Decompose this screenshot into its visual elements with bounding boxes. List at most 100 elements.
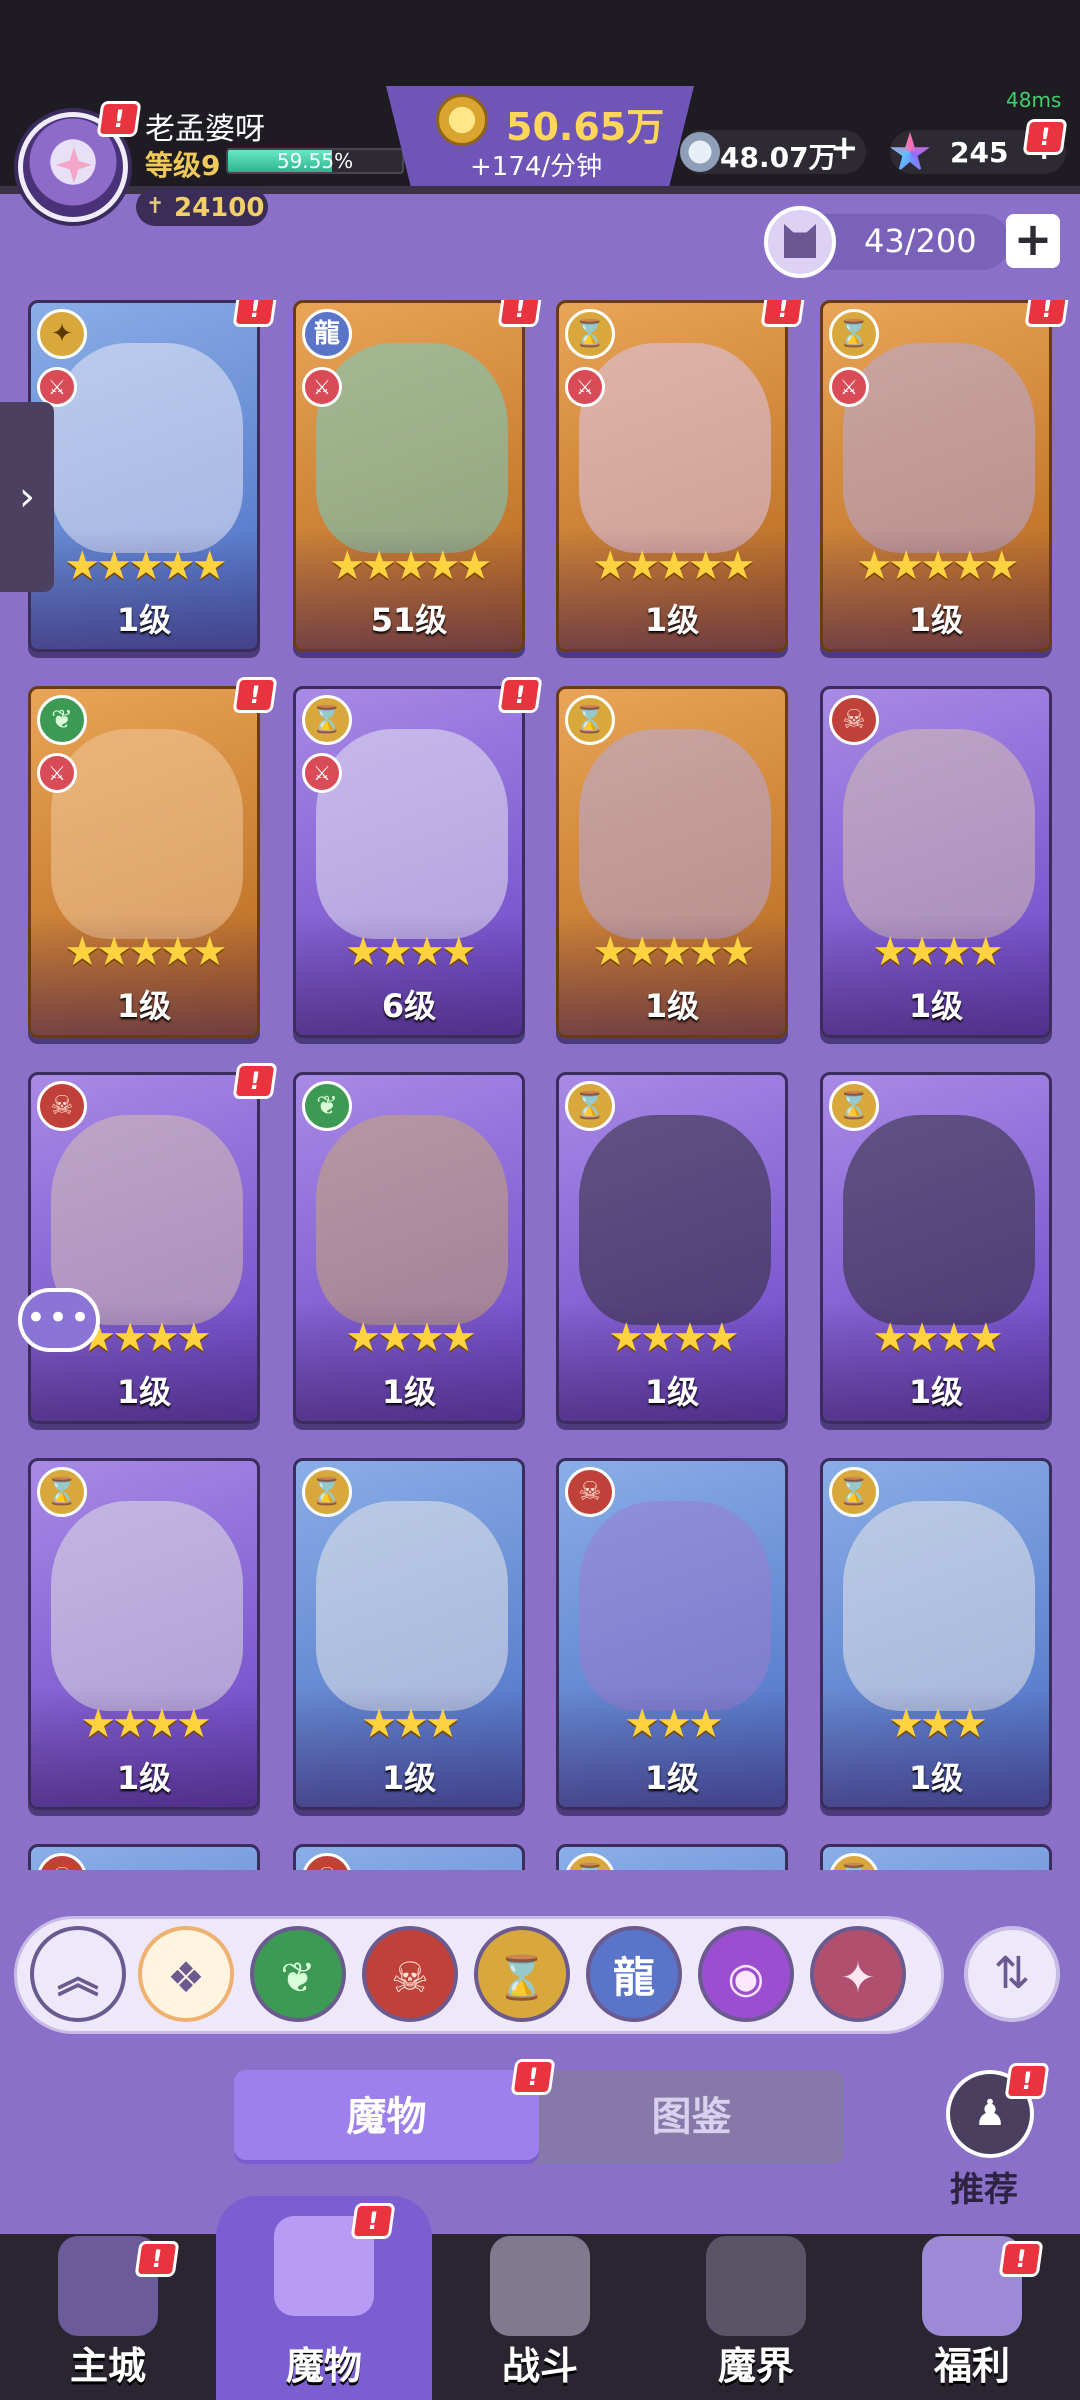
expand-capacity-button[interactable]: + (1006, 214, 1060, 268)
monster-card[interactable]: ✦ ⚔ ★★★★★ 1级 (28, 300, 260, 652)
filter-all-types-icon[interactable]: ❖ (138, 1926, 234, 2022)
monster-level: 6级 (381, 987, 437, 1025)
nav-item-2[interactable]: 战斗 (432, 2234, 648, 2400)
monster-card[interactable]: ☠ ★★★★ 1级 (820, 686, 1052, 1038)
monster-grid: ✦ ⚔ ★★★★★ 1级! 龍 ⚔ ★★★★★ 51级! ⌛ ⚔ ★★★★★ 1级! ⌛ ⚔ ★★★★★ 1级… (0, 300, 1080, 1870)
sort-button[interactable]: ⇅ (964, 1926, 1060, 2022)
monster-card[interactable]: ⌛ ★★★★ 1级 (28, 1458, 260, 1810)
monster-level: 1级 (908, 601, 964, 639)
element-class-icon: ☠ (37, 1081, 87, 1131)
silver-add-icon[interactable]: + (830, 128, 859, 168)
star-rating: ★★★★★ (64, 543, 227, 589)
card-alert-badge: ! (763, 300, 803, 324)
filter-dragon-icon[interactable]: 龍 (586, 1926, 682, 2022)
element-class-icon: ☠ (565, 1467, 615, 1517)
chat-button[interactable]: ••• (18, 1288, 100, 1352)
card-alert-badge: ! (1027, 300, 1067, 324)
element-class-icon: ⌛ (829, 1467, 879, 1517)
monster-card[interactable]: ⌛ ★★★ 1级 (293, 1458, 525, 1810)
avatar-emblem-icon (56, 147, 92, 183)
element-class-icon: ❦ (37, 695, 87, 745)
monster-card[interactable]: ⌛ ★★★★★ 1级 (556, 686, 788, 1038)
monster-level: 1级 (644, 1759, 700, 1797)
monster-portrait (579, 1501, 771, 1711)
role-swords-icon: ⚔ (565, 367, 605, 407)
element-class-icon: ⌛ (565, 695, 615, 745)
monster-portrait (843, 1115, 1035, 1325)
star-rating: ★★★★ (345, 1315, 476, 1361)
monster-card[interactable]: ❦ ⚔ ★★★★★ 1级 (28, 686, 260, 1038)
nav-item-4[interactable]: 福利 (864, 2234, 1080, 2400)
player-name: 老孟婆呀 (145, 112, 265, 147)
gold-rate: +174/分钟 (470, 152, 603, 182)
monster-card[interactable]: ⌛ ⚔ ★★★★★ 1级 (820, 300, 1052, 652)
monster-card[interactable]: ☠ ★★★ 1级 (556, 1458, 788, 1810)
tab-monsters[interactable]: 魔物 (234, 2070, 539, 2164)
recommend-alert-badge: ! (1007, 2066, 1047, 2096)
player-level: 等级9 (145, 149, 221, 182)
element-class-icon: ⌛ (37, 1467, 87, 1517)
filter-hourglass-icon[interactable]: ⌛ (474, 1926, 570, 2022)
filter-demon-icon[interactable]: ☠ (362, 1926, 458, 2022)
crystal-value: 245 (950, 136, 1009, 169)
monster-card[interactable]: ❦ ★★★★ 1级 (293, 1072, 525, 1424)
nav-item-1[interactable]: 魔物 (216, 2196, 432, 2400)
monster-card[interactable]: ☠ (28, 1844, 260, 1870)
nav-label: 福利 (933, 2344, 1010, 2388)
monster-card[interactable]: ☠ ★★★★ 1级 (28, 1072, 260, 1424)
star-rating: ★★★★ (872, 929, 1003, 975)
card-alert-badge: ! (500, 680, 540, 710)
role-swords-icon: ⚔ (37, 753, 77, 793)
monster-card[interactable]: ⌛ ★★★★ 1级 (820, 1072, 1052, 1424)
tab-codex[interactable]: 图鉴 (539, 2070, 844, 2164)
monster-level: 1级 (116, 987, 172, 1025)
battle-shield-icon (490, 2236, 590, 2336)
element-class-icon: ✦ (37, 309, 87, 359)
filter-eye-icon[interactable]: ◉ (698, 1926, 794, 2022)
monster-card[interactable]: ⌛ ★★★ 1级 (820, 1458, 1052, 1810)
side-drawer-toggle[interactable]: › (0, 402, 54, 592)
gold-amount: 50.65万 (506, 105, 665, 149)
role-swords-icon: ⚔ (302, 753, 342, 793)
nav-item-0[interactable]: 主城 (0, 2234, 216, 2400)
avatar-alert-badge: ! (99, 104, 139, 134)
monster-portrait (843, 729, 1035, 939)
element-class-icon: 龍 (302, 309, 352, 359)
filter-shuriken-icon[interactable]: ✦ (810, 1926, 906, 2022)
monster-card[interactable]: ⌛ ⚔ ★★★★★ 1级 (556, 300, 788, 652)
nav-alert-badge: ! (137, 2244, 177, 2274)
monster-level: 1级 (116, 601, 172, 639)
card-alert-badge: ! (235, 300, 275, 324)
monster-level: 1级 (644, 1373, 700, 1411)
monster-card[interactable]: ⌛ (556, 1844, 788, 1870)
exp-percent: 59.55% (276, 149, 354, 173)
monster-level: 1级 (381, 1373, 437, 1411)
element-class-icon: ⌛ (829, 309, 879, 359)
monster-card[interactable]: ⌛ ⚔ ★★★★ 6级 (293, 686, 525, 1038)
star-crystal-icon (890, 132, 930, 172)
role-swords-icon: ⚔ (829, 367, 869, 407)
monster-level: 1级 (908, 987, 964, 1025)
power-value: 24100 (174, 193, 265, 223)
element-class-icon: ⌛ (565, 1853, 615, 1870)
silver-resource[interactable]: 48.07万 + (680, 128, 866, 174)
star-rating: ★★★★★ (64, 929, 227, 975)
monster-portrait (51, 343, 243, 553)
star-rating: ★★★★ (345, 929, 476, 975)
monster-card[interactable]: ⌛ (820, 1844, 1052, 1870)
tab-alert-badge: ! (513, 2062, 553, 2092)
element-class-icon: ⌛ (829, 1081, 879, 1131)
role-swords-icon: ⚔ (37, 367, 77, 407)
monster-portrait (579, 729, 771, 939)
filter-nature-icon[interactable]: ❦ (250, 1926, 346, 2022)
monster-card[interactable]: 龍 ⚔ ★★★★★ 51级 (293, 300, 525, 652)
monster-portrait (316, 1501, 508, 1711)
nav-label: 魔界 (717, 2344, 794, 2388)
monster-capacity-icon (764, 206, 836, 278)
monster-level: 1级 (116, 1373, 172, 1411)
monster-card[interactable]: ⌛ ★★★★ 1级 (556, 1072, 788, 1424)
filter-collapse-up-icon[interactable]: ︽ (30, 1926, 126, 2022)
crystal-alert-badge: ! (1025, 122, 1065, 152)
monster-card[interactable]: ☠ (293, 1844, 525, 1870)
nav-item-3[interactable]: 魔界 (648, 2234, 864, 2400)
